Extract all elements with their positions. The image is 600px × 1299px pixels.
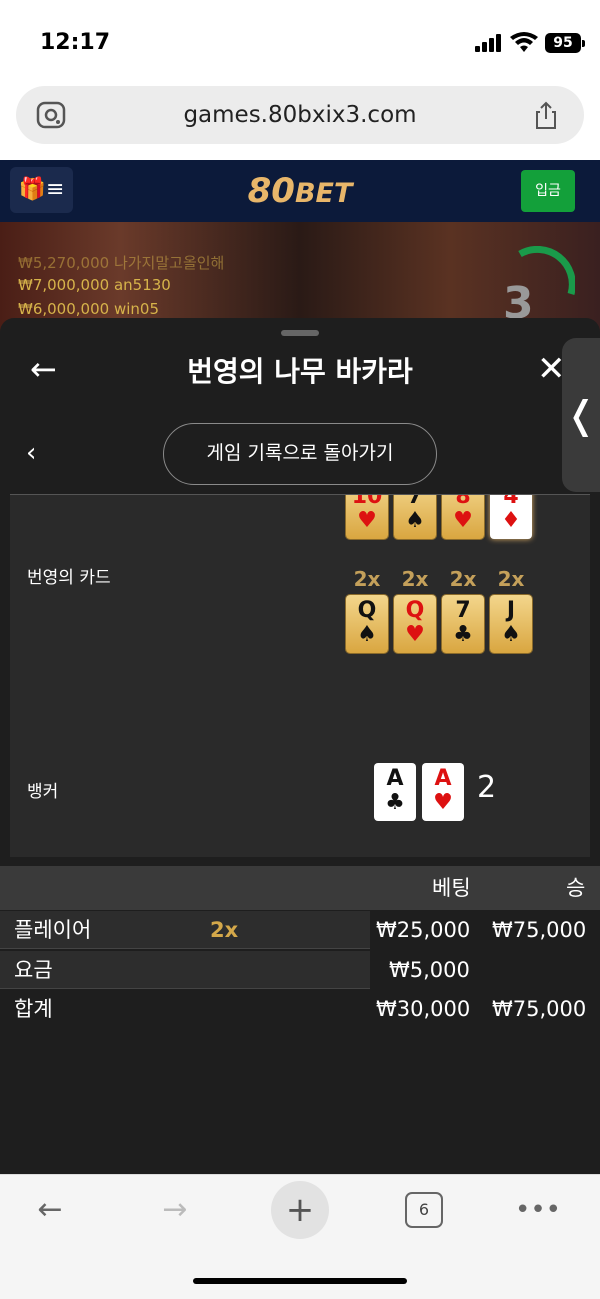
winner-item: ₩7,000,000 an5130: [18, 276, 171, 294]
column-header-bet: 베팅: [432, 876, 471, 900]
status-bar: 12:17 95: [0, 0, 600, 80]
address-bar[interactable]: games.80bxix3.com: [16, 86, 584, 144]
cellular-signal-icon: [475, 34, 503, 52]
banker-score: 2: [477, 770, 497, 805]
more-menu-icon[interactable]: •••: [508, 1188, 568, 1232]
battery-indicator: 95: [545, 33, 585, 53]
multiplier-badge: 2x: [449, 567, 477, 591]
playing-card: 4 ♦: [490, 495, 532, 539]
chevron-left-icon: ❬: [565, 393, 597, 437]
column-header-win: 승: [566, 876, 586, 900]
row-label: 요금: [14, 958, 53, 982]
playing-card: Q ♠: [346, 595, 388, 653]
table-header: 베팅 승: [0, 866, 600, 910]
status-time: 12:17: [40, 30, 111, 55]
playing-card: 7 ♣: [442, 595, 484, 653]
share-icon[interactable]: [531, 100, 561, 130]
forward-icon[interactable]: →: [145, 1188, 205, 1232]
chevron-left-icon[interactable]: ‹: [26, 438, 36, 468]
url-text[interactable]: games.80bxix3.com: [16, 86, 584, 144]
row-label: 플레이어: [14, 918, 92, 942]
multiplier-badge: 2x: [401, 567, 429, 591]
site-header: 🎁≡ 80BET 입금: [0, 160, 600, 222]
playing-card: Q ♥: [394, 595, 436, 653]
table-total-row: 합계 ₩30,000 ₩75,000: [0, 990, 600, 1028]
back-to-history-button[interactable]: 게임 기록으로 돌아가기: [163, 423, 437, 485]
sheet-title: 번영의 나무 바카라: [187, 355, 413, 388]
playing-card: A ♥: [422, 763, 464, 821]
playing-card: 8 ♥: [442, 495, 484, 539]
multiplier-badge: 2x: [210, 918, 239, 942]
multiplier-badge: 2x: [353, 567, 381, 591]
new-tab-icon[interactable]: +: [271, 1181, 329, 1239]
round-details-panel: 10 ♥ 7 ♠ 8 ♥ 4 ♦ 번영의 카드 2x 2x 2x 2x Q ♠ Q ♥ 7 ♣…: [10, 495, 590, 857]
sheet-drag-handle[interactable]: [281, 330, 319, 336]
table-row: 플레이어 2x ₩25,000 ₩75,000: [0, 911, 600, 949]
wifi-icon: [510, 32, 538, 52]
playing-card: A ♣: [374, 763, 416, 821]
back-icon[interactable]: ←: [20, 1188, 80, 1232]
playing-card: 7 ♠: [394, 495, 436, 539]
total-bet: ₩30,000: [376, 997, 471, 1021]
site-logo[interactable]: 80BET: [0, 160, 600, 222]
playing-card: J ♠: [490, 595, 532, 653]
total-win: ₩75,000: [492, 997, 587, 1021]
tab-switcher-button[interactable]: 6: [405, 1192, 443, 1228]
win-amount: ₩75,000: [492, 918, 587, 942]
prosperity-cards-label: 번영의 카드: [27, 568, 111, 588]
multiplier-badge: 2x: [497, 567, 525, 591]
winner-item: ₩5,270,000 나가지말고올인해: [18, 254, 225, 272]
banker-label: 뱅커: [27, 782, 59, 802]
winner-item: ₩6,000,000 win05: [18, 300, 159, 318]
home-indicator: [193, 1278, 407, 1284]
total-label: 합계: [14, 997, 53, 1021]
playing-card: 10 ♥: [346, 495, 388, 539]
deposit-button[interactable]: 입금: [521, 170, 575, 212]
bet-amount: ₩5,000: [389, 958, 470, 982]
table-row: 요금 ₩5,000: [0, 951, 600, 989]
bet-amount: ₩25,000: [376, 918, 471, 942]
side-drawer-tab[interactable]: ❬: [562, 338, 600, 492]
